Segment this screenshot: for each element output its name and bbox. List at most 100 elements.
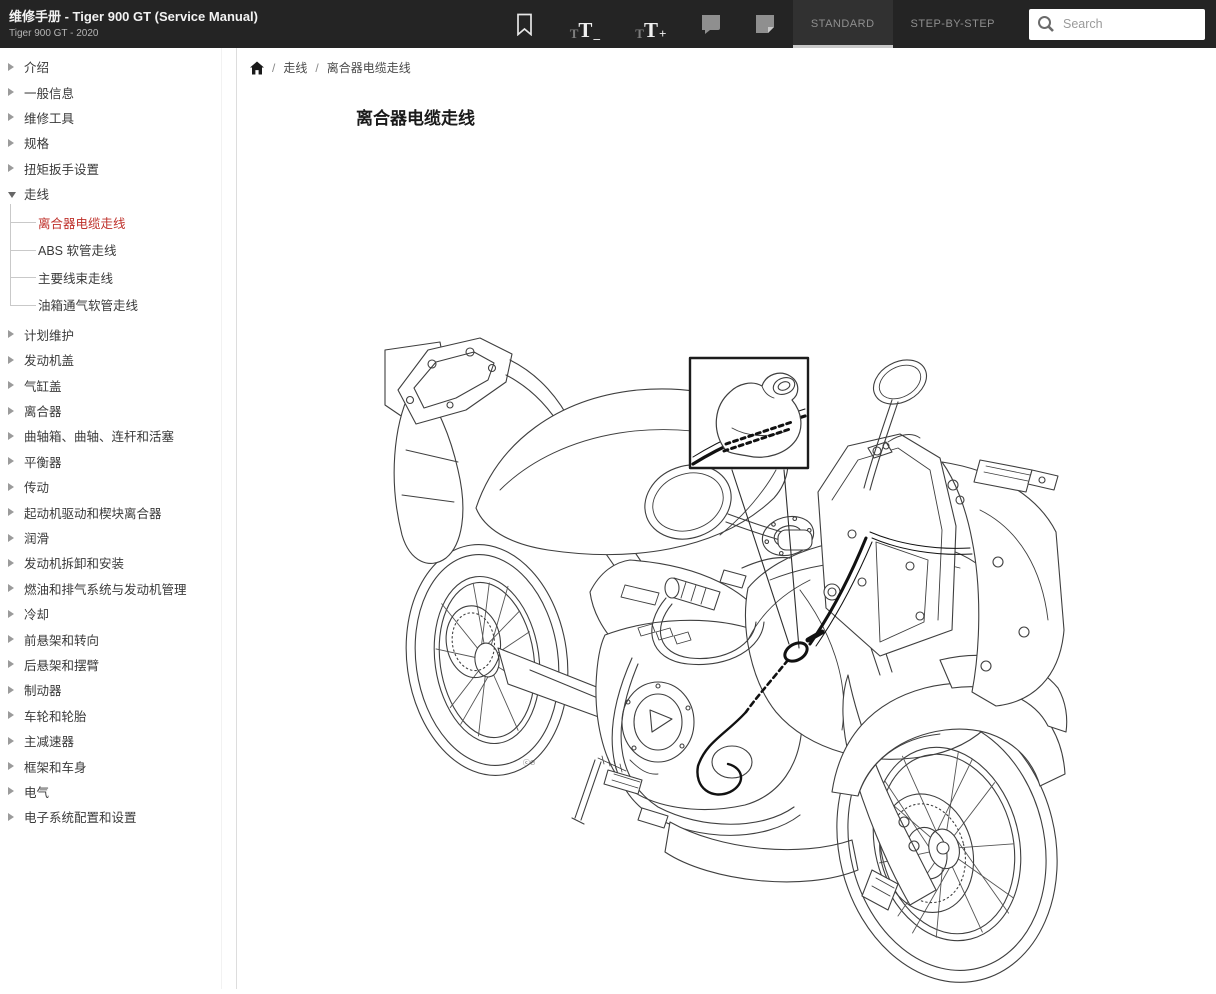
sidebar-item-label: 走线 bbox=[24, 184, 49, 203]
font-size-increase-icon[interactable]: TT+ bbox=[631, 8, 671, 40]
chevron-right-icon bbox=[8, 737, 14, 745]
page-title: 离合器电缆走线 bbox=[356, 104, 475, 129]
sidebar-item-label: 主减速器 bbox=[24, 731, 74, 750]
bookmark-icon[interactable] bbox=[511, 8, 539, 40]
sidebar-nav: 介绍一般信息维修工具规格扭矩扳手设置走线离合器电缆走线 ABS 软管走线主要线束走… bbox=[0, 48, 236, 830]
home-icon[interactable] bbox=[250, 61, 264, 75]
sidebar-item-label: 平衡器 bbox=[24, 452, 62, 471]
sidebar-item-label: 介绍 bbox=[24, 57, 49, 76]
sidebar-subitem[interactable]: 油箱通气软管走线 bbox=[38, 291, 236, 319]
sidebar-item-label: 传动 bbox=[24, 477, 49, 496]
sidebar-item-label: 制动器 bbox=[24, 680, 62, 699]
sidebar-item-label: 维修工具 bbox=[24, 108, 74, 127]
chevron-right-icon bbox=[8, 660, 14, 668]
breadcrumb-link[interactable]: 走线 bbox=[283, 59, 307, 76]
search-input[interactable] bbox=[1061, 16, 1205, 32]
sidebar-item[interactable]: 起动机驱动和楔块离合器 bbox=[0, 499, 236, 524]
chevron-right-icon bbox=[8, 584, 14, 592]
chevron-right-icon bbox=[8, 88, 14, 96]
sidebar-item[interactable]: 润滑 bbox=[0, 525, 236, 550]
tab-standard[interactable]: STANDARD bbox=[793, 0, 893, 48]
sidebar-item[interactable]: 介绍 bbox=[0, 54, 236, 79]
sidebar-item-label: 发动机盖 bbox=[24, 350, 74, 369]
breadcrumb-link[interactable]: 离合器电缆走线 bbox=[327, 59, 411, 76]
search-box bbox=[1029, 9, 1205, 40]
sidebar-item[interactable]: 平衡器 bbox=[0, 449, 236, 474]
chevron-right-icon bbox=[8, 457, 14, 465]
sidebar-item[interactable]: 电气 bbox=[0, 779, 236, 804]
tab-step-by-step[interactable]: STEP-BY-STEP bbox=[893, 0, 1013, 48]
sidebar-subitem-label: ABS 软管走线 bbox=[38, 240, 117, 259]
manual-title: 维修手册 - Tiger 900 GT (Service Manual) bbox=[9, 9, 339, 24]
sidebar-item[interactable]: 维修工具 bbox=[0, 105, 236, 130]
chevron-right-icon bbox=[8, 407, 14, 415]
sidebar-item[interactable]: 主减速器 bbox=[0, 728, 236, 753]
chevron-right-icon bbox=[8, 164, 14, 172]
chevron-right-icon bbox=[8, 330, 14, 338]
chevron-right-icon bbox=[8, 381, 14, 389]
chevron-right-icon bbox=[8, 711, 14, 719]
sidebar-item[interactable]: 电子系统配置和设置 bbox=[0, 804, 236, 829]
sidebar-item-label: 润滑 bbox=[24, 528, 49, 547]
sidebar-item[interactable]: 扭矩扳手设置 bbox=[0, 156, 236, 181]
sidebar-item[interactable]: 车轮和轮胎 bbox=[0, 703, 236, 728]
chevron-right-icon bbox=[8, 483, 14, 491]
sidebar-item[interactable]: 一般信息 bbox=[0, 79, 236, 104]
sidebar-item[interactable]: 气缸盖 bbox=[0, 373, 236, 398]
sidebar-children: 离合器电缆走线 ABS 软管走线主要线束走线油箱通气软管走线 bbox=[0, 208, 236, 318]
sidebar-item-label: 前悬架和转向 bbox=[24, 630, 99, 649]
sidebar-item[interactable]: 前悬架和转向 bbox=[0, 626, 236, 651]
sidebar-item[interactable]: 框架和车身 bbox=[0, 753, 236, 778]
sidebar-subitem[interactable]: ABS 软管走线 bbox=[38, 236, 236, 264]
sidebar-item-label: 曲轴箱、曲轴、连杆和活塞 bbox=[24, 426, 174, 445]
font-size-decrease-icon[interactable]: TT_ bbox=[565, 8, 605, 40]
chevron-right-icon bbox=[8, 635, 14, 643]
chevron-right-icon bbox=[8, 534, 14, 542]
chevron-right-icon bbox=[8, 63, 14, 71]
search-icon bbox=[1037, 15, 1055, 33]
sidebar-item[interactable]: 传动 bbox=[0, 474, 236, 499]
sidebar-subitem[interactable]: 离合器电缆走线 bbox=[38, 208, 236, 236]
sidebar-item-label: 燃油和排气系统与发动机管理 bbox=[24, 579, 187, 598]
sidebar-item[interactable]: 燃油和排气系统与发动机管理 bbox=[0, 576, 236, 601]
sidebar-item-label: 离合器 bbox=[24, 401, 62, 420]
rear-wheel bbox=[392, 534, 583, 786]
sidebar-subitem-label: 离合器电缆走线 bbox=[38, 213, 126, 232]
sidebar-item[interactable]: 后悬架和摆臂 bbox=[0, 652, 236, 677]
sidebar-item-label: 框架和车身 bbox=[24, 757, 87, 776]
sidebar-item[interactable]: 曲轴箱、曲轴、连杆和活塞 bbox=[0, 423, 236, 448]
sidebar-item[interactable]: 冷却 bbox=[0, 601, 236, 626]
sidebar-item-label: 一般信息 bbox=[24, 83, 74, 102]
app-header: 维修手册 - Tiger 900 GT (Service Manual) Tig… bbox=[0, 0, 1216, 48]
sidebar-item[interactable]: 发动机拆卸和安装 bbox=[0, 550, 236, 575]
clutch-cable-routing-figure: ⓒ℗ bbox=[380, 330, 1070, 989]
sidebar-subitem[interactable]: 主要线束走线 bbox=[38, 264, 236, 292]
sidebar-item[interactable]: 制动器 bbox=[0, 677, 236, 702]
sidebar-item[interactable]: 规格 bbox=[0, 130, 236, 155]
chevron-right-icon bbox=[8, 686, 14, 694]
chevron-right-icon bbox=[8, 762, 14, 770]
breadcrumb-separator: / bbox=[272, 61, 275, 75]
toc-sidebar: 介绍一般信息维修工具规格扭矩扳手设置走线离合器电缆走线 ABS 软管走线主要线束走… bbox=[0, 48, 237, 989]
chevron-right-icon bbox=[8, 813, 14, 821]
sidebar-item[interactable]: 计划维护 bbox=[0, 322, 236, 347]
manual-subtitle: Tiger 900 GT - 2020 bbox=[9, 28, 339, 39]
chevron-down-icon bbox=[8, 192, 16, 198]
sidebar-item[interactable]: 发动机盖 bbox=[0, 347, 236, 372]
sidebar-item[interactable]: 离合器 bbox=[0, 398, 236, 423]
sidebar-subitem-label: 油箱通气软管走线 bbox=[38, 295, 138, 314]
comment-icon[interactable] bbox=[697, 8, 725, 40]
sidebar-item-label: 扭矩扳手设置 bbox=[24, 159, 99, 178]
figure-watermark: ⓒ℗ bbox=[523, 759, 536, 767]
sidebar-item-label: 计划维护 bbox=[24, 325, 74, 344]
sidebar-item-label: 后悬架和摆臂 bbox=[24, 655, 99, 674]
chevron-right-icon bbox=[8, 508, 14, 516]
view-mode-tabs: STANDARDSTEP-BY-STEP bbox=[793, 0, 1013, 48]
sidebar-item-label: 电气 bbox=[24, 782, 49, 801]
chevron-right-icon bbox=[8, 356, 14, 364]
note-icon[interactable] bbox=[751, 8, 779, 40]
sidebar-item-label: 规格 bbox=[24, 133, 49, 152]
chevron-right-icon bbox=[8, 139, 14, 147]
sidebar-item[interactable]: 走线 bbox=[0, 181, 236, 206]
sidebar-item-label: 车轮和轮胎 bbox=[24, 706, 87, 725]
